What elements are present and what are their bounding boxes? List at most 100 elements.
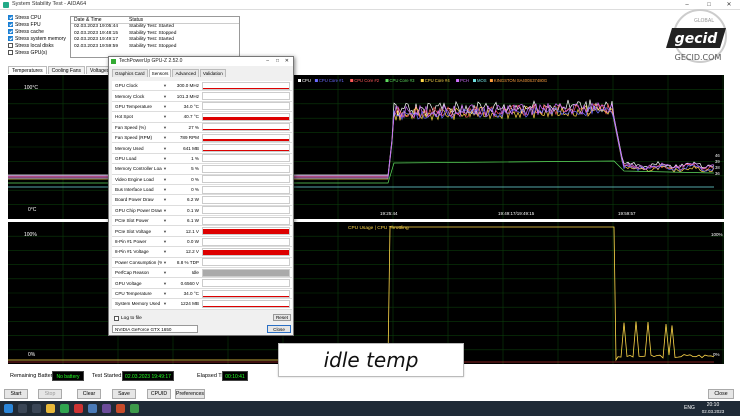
gpuz-window: TechPowerUp GPU-Z 2.52.0 – □ ✕ Graphics …: [108, 56, 294, 336]
sensor-graph: [202, 81, 290, 90]
log-date: 02.03.2023 19:59:59: [74, 43, 119, 49]
gpuz-icon[interactable]: [130, 404, 139, 413]
clock-time[interactable]: 20:10: [700, 402, 726, 408]
gpuz-tab-graphics-card[interactable]: Graphics Card: [112, 69, 148, 77]
stress-option[interactable]: Stress cache: [8, 28, 68, 35]
app-icon-2[interactable]: [74, 404, 83, 413]
gpuz-maximize-button[interactable]: □: [276, 57, 279, 66]
sensor-name: Fan Speed (RPM): [115, 135, 153, 141]
stop-button[interactable]: Stop: [38, 389, 62, 399]
time-label: 19:49:17/19:49:15: [498, 211, 535, 216]
sensor-value: 0 %: [191, 187, 199, 193]
sensor-name: GPU Load: [115, 155, 137, 161]
gpuz-tab-validation[interactable]: Validation: [199, 69, 226, 77]
checkbox[interactable]: [8, 36, 13, 41]
file-explorer-icon[interactable]: [46, 404, 55, 413]
sensor-name: System Memory Used: [115, 301, 161, 307]
stress-option-label: Stress GPU(s): [15, 49, 48, 56]
sensor-graph-fill: [203, 138, 289, 141]
sensor-graph: [202, 216, 290, 225]
legend-swatch: [298, 79, 301, 82]
sensor-graph-fill: [203, 228, 289, 235]
sensor-graph: [202, 227, 290, 236]
aida64-icon[interactable]: [116, 404, 125, 413]
sensor-graph-fill: [203, 150, 289, 152]
app-icon-4[interactable]: [102, 404, 111, 413]
clear-button[interactable]: Clear: [77, 389, 101, 399]
legend-entry: CPU: [302, 78, 311, 83]
usage-right-bottom: 0%: [713, 352, 720, 357]
time-label: 19:59:57: [618, 211, 636, 216]
legend-entry: PCH: [460, 78, 469, 83]
sensor-graph: [202, 112, 290, 121]
stress-option-label: Stress local disks: [15, 42, 54, 49]
log-to-file-checkbox[interactable]: Log to file: [114, 316, 142, 321]
checkbox[interactable]: [8, 22, 13, 27]
stress-option[interactable]: Stress FPU: [8, 21, 68, 28]
right-value-label: 46: [715, 153, 720, 158]
sensor-value: 40.7 °C: [183, 114, 199, 120]
app-icon-3[interactable]: [88, 404, 97, 413]
start-button[interactable]: Start: [4, 389, 28, 399]
checkbox[interactable]: [8, 43, 13, 48]
sensor-value: 34.0 °C: [183, 291, 199, 296]
tab-temperatures[interactable]: Temperatures: [8, 66, 47, 74]
sensor-value: 1224 MB: [180, 301, 199, 307]
stress-option[interactable]: Stress GPU(s): [8, 49, 68, 56]
sensor-name: CPU Temperature: [115, 291, 152, 296]
sensor-graph: [202, 289, 290, 298]
sensor-graph: [202, 123, 290, 132]
sensor-name: 8-Pin #1 Power: [115, 239, 147, 245]
sensor-value: 101.3 MHz: [176, 93, 199, 99]
stress-option[interactable]: Stress system memory: [8, 35, 68, 42]
y-bottom-label: 0°C: [28, 207, 37, 213]
window-title: System Stability Test - AIDA64: [12, 1, 87, 7]
gpuz-minimize-button[interactable]: –: [266, 57, 269, 66]
sensor-value: 12.2 V: [185, 249, 199, 255]
status-log-table: Date & Time Status 02.03.2023 19:05:44 St…: [70, 16, 240, 58]
windows-start-icon[interactable]: [4, 404, 13, 413]
preferences-button[interactable]: Preferences: [175, 389, 205, 399]
clock-date[interactable]: 02.03.2023: [700, 409, 726, 414]
sensor-value: 0.1 W: [187, 207, 199, 213]
checkbox[interactable]: [8, 15, 13, 20]
sensor-name: PCIe Slot Power: [115, 218, 149, 224]
right-value-label: 36: [715, 171, 720, 176]
gpuz-close-icon[interactable]: ✕: [285, 57, 289, 66]
tab-cooling-fans[interactable]: Cooling Fans: [47, 66, 86, 74]
right-value-label: 39: [715, 159, 720, 164]
language-indicator[interactable]: ENG: [684, 405, 695, 411]
stress-option[interactable]: Stress CPU: [8, 14, 68, 21]
sensor-name: Hot Spot: [115, 114, 133, 120]
sensor-name: Memory Controller Load: [115, 166, 162, 172]
gpuz-tab-sensors[interactable]: Sensors: [148, 69, 172, 77]
gpuz-close-button[interactable]: Close: [267, 325, 291, 333]
task-view-icon[interactable]: [32, 404, 41, 413]
checkbox[interactable]: [8, 50, 13, 55]
reset-button[interactable]: Reset: [273, 314, 291, 321]
stress-option-label: Stress cache: [15, 28, 44, 35]
sensor-value: 0 %: [191, 176, 199, 182]
search-icon[interactable]: [18, 404, 27, 413]
col-date: Date & Time: [74, 17, 102, 23]
cpuid-button[interactable]: CPUID: [147, 389, 171, 399]
stress-option-label: Stress FPU: [15, 21, 41, 28]
sensor-graph: [202, 102, 290, 111]
stress-option[interactable]: Stress local disks: [8, 42, 68, 49]
gpuz-tab-advanced[interactable]: Advanced: [172, 69, 199, 77]
save-button[interactable]: Save: [112, 389, 136, 399]
gpu-select[interactable]: NVIDIA GeForce GTX 1650: [112, 325, 198, 333]
sensor-graph: [202, 247, 290, 256]
gpuz-app-icon: [111, 59, 116, 64]
svg-text:gecid: gecid: [675, 31, 719, 47]
sensor-value: 1 %: [191, 155, 199, 161]
chrome-icon[interactable]: [60, 404, 69, 413]
sensor-row: Fan Speed (%) ▼ 27 %: [112, 122, 292, 133]
sensor-graph-fill: [203, 117, 289, 120]
close-button[interactable]: Close: [708, 389, 734, 399]
log-status: Stability Test: Stopped: [129, 43, 177, 49]
checkbox[interactable]: [8, 29, 13, 34]
legend-entry: CPU Core #4: [425, 78, 451, 83]
sensor-graph: [202, 299, 290, 308]
sensor-value: 34.0 °C: [183, 103, 199, 109]
